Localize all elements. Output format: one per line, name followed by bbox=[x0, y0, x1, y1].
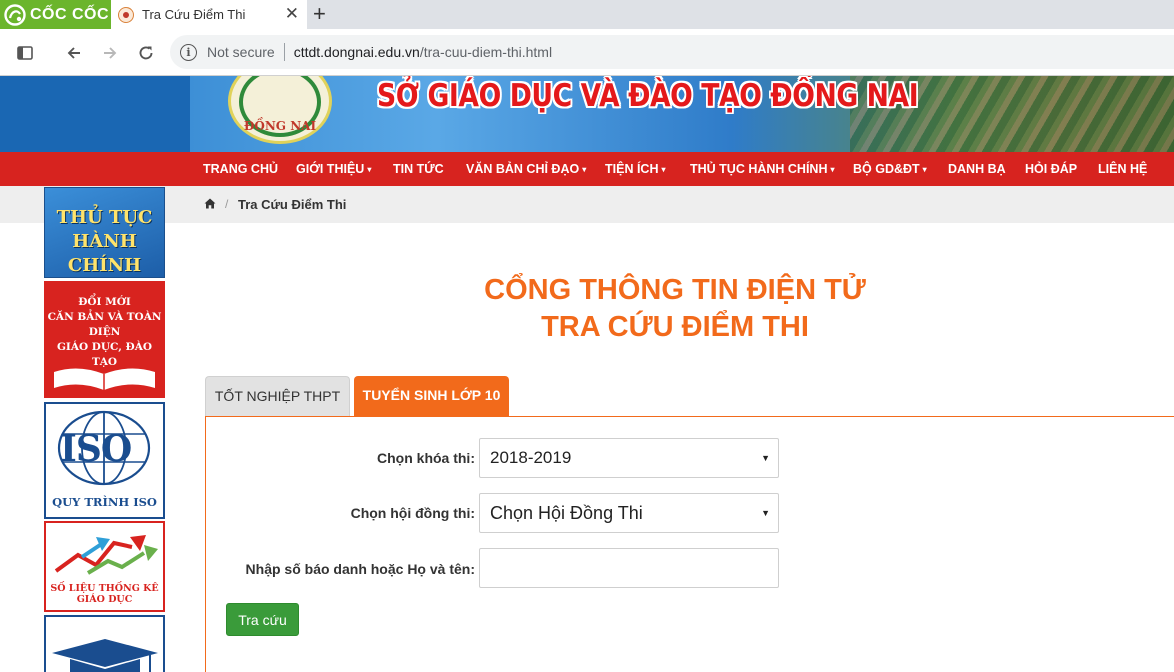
site-title: SỞ GIÁO DỤC VÀ ĐÀO TẠO ĐỒNG NAI bbox=[377, 78, 919, 114]
url-path: /tra-cuu-diem-thi.html bbox=[419, 44, 553, 60]
nav-item-directives[interactable]: VĂN BẢN CHỈ ĐẠO ▾ bbox=[466, 152, 586, 186]
browser-brand[interactable]: CỐC CỐC bbox=[0, 0, 111, 29]
nav-item-admin-procedures[interactable]: THỦ TỤC HÀNH CHÍNH ▾ bbox=[690, 152, 835, 186]
home-icon[interactable] bbox=[204, 198, 216, 209]
iso-caption: QUY TRÌNH ISO bbox=[52, 495, 157, 509]
dropdown-arrow-icon: ▼ bbox=[761, 453, 770, 463]
lookup-button[interactable]: Tra cứu bbox=[226, 603, 299, 636]
security-status: Not secure bbox=[207, 44, 275, 60]
exam-year-select[interactable]: 2018-2019 ▼ bbox=[479, 438, 779, 478]
dropdown-arrow-icon: ▼ bbox=[761, 508, 770, 518]
main-navigation: TRANG CHỦ GIỚI THIỆU ▾ TIN TỨC VĂN BẢN CH… bbox=[0, 152, 1174, 186]
new-tab-button[interactable]: + bbox=[313, 2, 326, 26]
sidebar-banner-iso[interactable]: ISO QUY TRÌNH ISO bbox=[44, 402, 165, 519]
sidebar-toggle-icon[interactable] bbox=[13, 41, 37, 65]
graduation-cap-icon bbox=[52, 639, 158, 672]
page-title-line-2: TRA CỨU ĐIỂM THI bbox=[541, 311, 809, 343]
page-title-line-1: CỔNG THÔNG TIN ĐIỆN TỬ bbox=[484, 274, 866, 306]
chevron-down-icon: ▾ bbox=[830, 165, 835, 174]
sidebar-banner-statistics-text: SỐ LIỆU THỐNG KÊ GIÁO DỤC bbox=[50, 583, 159, 605]
sidebar-banner-education-reform[interactable]: ĐỔI MỚI CĂN BẢN VÀ TOÀN DIỆN GIÁO DỤC, Đ… bbox=[44, 281, 165, 398]
exam-year-selected-value: 2018-2019 bbox=[490, 448, 572, 467]
breadcrumb-separator: / bbox=[225, 197, 229, 211]
sidebar-banner-graduation[interactable] bbox=[44, 615, 165, 672]
breadcrumb-current: Tra Cứu Điểm Thi bbox=[238, 197, 347, 212]
url-host: cttdt.dongnai.edu.vn bbox=[293, 44, 420, 60]
browser-brand-name: CỐC CỐC bbox=[30, 5, 110, 23]
search-label: Nhập số báo danh hoặc Họ và tên: bbox=[245, 561, 475, 577]
exam-council-label: Chọn hội đồng thi: bbox=[350, 505, 475, 521]
reload-icon[interactable] bbox=[134, 41, 158, 65]
nav-item-home[interactable]: TRANG CHỦ bbox=[203, 152, 278, 186]
nav-item-directory[interactable]: DANH BẠ bbox=[948, 152, 1006, 186]
candidate-search-input[interactable] bbox=[479, 548, 779, 588]
back-arrow-icon[interactable] bbox=[62, 41, 86, 65]
exam-year-label: Chọn khóa thi: bbox=[377, 450, 475, 466]
nav-item-contact[interactable]: LIÊN HỆ bbox=[1098, 152, 1147, 186]
sidebar-banner-education-reform-text: ĐỔI MỚI CĂN BẢN VÀ TOÀN DIỆN GIÁO DỤC, Đ… bbox=[47, 296, 162, 368]
chevron-down-icon: ▾ bbox=[922, 165, 927, 174]
nav-item-about[interactable]: GIỚI THIỆU ▾ bbox=[296, 152, 371, 186]
tab-grade-10-admission[interactable]: TUYỂN SINH LỚP 10 bbox=[354, 376, 509, 417]
chevron-down-icon: ▾ bbox=[661, 165, 666, 174]
chevron-down-icon: ▾ bbox=[367, 165, 372, 174]
address-divider bbox=[283, 43, 285, 61]
site-info-icon[interactable]: i bbox=[180, 43, 197, 61]
address-bar[interactable]: i Not secure cttdt.dongnai.edu.vn /tra-c… bbox=[170, 35, 1174, 69]
sidebar-banner-admin-procedures[interactable]: THỦ TỤC HÀNH CHÍNH bbox=[44, 187, 165, 278]
emblem-caption: ĐỒNG NAI bbox=[243, 119, 317, 133]
site-favicon-icon bbox=[118, 6, 134, 23]
close-tab-icon[interactable]: ✕ bbox=[285, 5, 299, 23]
page-title: CỔNG THÔNG TIN ĐIỆN TỬ TRA CỨU ĐIỂM THI bbox=[205, 272, 1145, 346]
nav-item-ministry[interactable]: BỘ GD&ĐT ▾ bbox=[853, 152, 927, 186]
forward-arrow-icon[interactable] bbox=[98, 41, 122, 65]
tab-high-school-graduation[interactable]: TỐT NGHIỆP THPT bbox=[205, 376, 350, 416]
exam-council-select[interactable]: Chọn Hội Đồng Thi ▼ bbox=[479, 493, 779, 533]
chevron-down-icon: ▾ bbox=[582, 165, 587, 174]
nav-item-news[interactable]: TIN TỨC bbox=[393, 152, 444, 186]
exam-council-selected-value: Chọn Hội Đồng Thi bbox=[490, 503, 643, 523]
coccoc-logo-icon bbox=[4, 3, 26, 26]
browser-tab-title: Tra Cứu Điểm Thi bbox=[142, 7, 246, 22]
breadcrumb: / Tra Cứu Điểm Thi bbox=[0, 186, 1174, 223]
sidebar-banner-admin-procedures-text: THỦ TỤC HÀNH CHÍNH bbox=[56, 207, 153, 276]
nav-item-utilities[interactable]: TIỆN ÍCH ▾ bbox=[605, 152, 666, 186]
browser-tab-active[interactable]: Tra Cứu Điểm Thi ✕ bbox=[111, 0, 307, 29]
browser-toolbar: i Not secure cttdt.dongnai.edu.vn /tra-c… bbox=[0, 29, 1174, 76]
browser-tab-strip: CỐC CỐC Tra Cứu Điểm Thi ✕ + bbox=[0, 0, 1174, 29]
department-emblem-icon[interactable]: ĐỒNG NAI bbox=[228, 76, 332, 144]
nav-item-faq[interactable]: HỎI ĐÁP bbox=[1025, 152, 1077, 186]
sidebar-banner-statistics[interactable]: SỐ LIỆU THỐNG KÊ GIÁO DỤC bbox=[44, 521, 165, 612]
banner-left-panel bbox=[0, 76, 190, 152]
iso-logo: ISO bbox=[60, 428, 132, 470]
site-banner: ĐỒNG NAI SỞ GIÁO DỤC VÀ ĐÀO TẠO ĐỒNG NAI bbox=[0, 76, 1174, 152]
trend-arrows-icon bbox=[54, 535, 158, 575]
open-book-icon bbox=[54, 368, 155, 390]
